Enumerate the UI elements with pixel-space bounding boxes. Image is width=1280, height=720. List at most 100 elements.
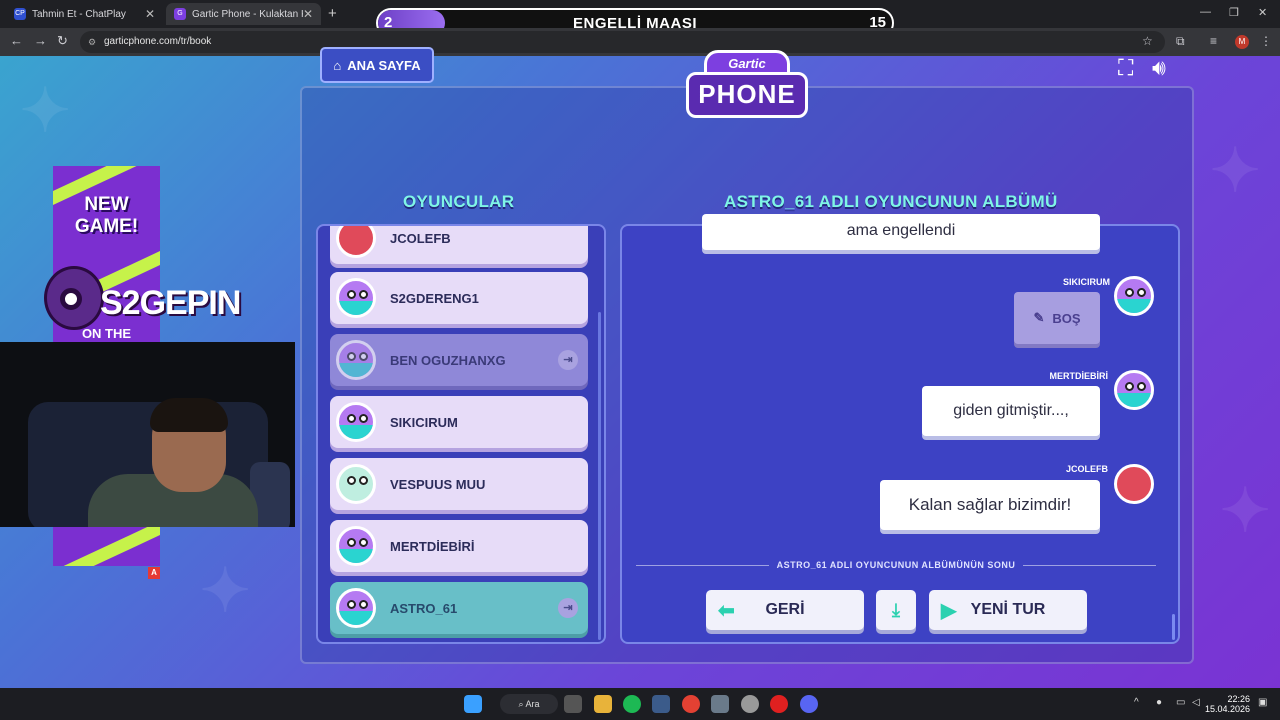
back-button-label: GERİ	[765, 601, 805, 618]
extensions-icon[interactable]: ⧉	[1176, 34, 1185, 49]
site-info-icon[interactable]: ⚙	[88, 31, 96, 53]
url-text: garticphone.com/tr/book	[104, 36, 212, 47]
windows-start-icon[interactable]	[464, 695, 482, 713]
notification-bell-icon[interactable]: ▣	[1258, 697, 1267, 708]
taskbar-search[interactable]: ⌕ Ara	[500, 694, 558, 714]
bird-avatar-icon	[336, 340, 376, 380]
download-button[interactable]: ⤓	[876, 590, 916, 630]
steam-icon[interactable]	[652, 695, 670, 713]
bookmark-star-icon[interactable]: ☆	[1142, 34, 1153, 48]
obs-icon[interactable]	[741, 695, 759, 713]
players-panel: JCOLEFB S2GDERENG1 BEN OGUZHANXG ⇥ SIKIC…	[316, 224, 606, 644]
back-arrow-icon[interactable]: ←	[10, 33, 23, 48]
new-round-label: YENİ TUR	[970, 601, 1046, 618]
youtube-icon[interactable]	[770, 695, 788, 713]
player-name: SIKICIRUM	[390, 414, 458, 430]
message-bubble: Kalan sağlar bizimdir!	[880, 480, 1100, 530]
player-item[interactable]: BEN OGUZHANXG ⇥	[330, 334, 588, 386]
webcam-feed	[0, 342, 295, 527]
album-end-divider: ASTRO_61 ADLI OYUNCUNUN ALBÜMÜNÜN SONU	[636, 560, 1156, 570]
message-bubble: giden gitmiştir...,	[922, 386, 1100, 436]
tab-label: Gartic Phone - Kulaktan Kulağa	[192, 8, 303, 20]
pencil-icon: ✎	[1033, 310, 1045, 325]
volume-icon[interactable]: 🔊︎	[1152, 55, 1166, 81]
task-view-icon[interactable]	[564, 695, 582, 713]
network-icon[interactable]: ▭	[1176, 697, 1185, 708]
players-scrollbar[interactable]	[598, 312, 601, 640]
tab-label: Tahmin Et - ChatPlay	[32, 8, 126, 20]
home-icon: ⌂	[333, 57, 342, 73]
player-item[interactable]: MERTDİEBİRİ	[330, 520, 588, 572]
close-tab-icon[interactable]: ✕	[303, 7, 313, 21]
logo-bottom: PHONE	[686, 72, 808, 118]
empty-drawing-bubble: ✎ BOŞ	[1014, 292, 1100, 344]
microphone-icon[interactable]: ●	[1156, 697, 1162, 708]
back-button[interactable]: ⬅ GERİ	[706, 590, 864, 630]
search-label: Ara	[525, 699, 540, 709]
album-end-text: ASTRO_61 ADLI OYUNCUNUN ALBÜMÜNÜN SONU	[768, 560, 1024, 570]
speaker-icon[interactable]: ◁	[1192, 697, 1200, 708]
discord-icon[interactable]	[800, 695, 818, 713]
knight-avatar-icon	[1114, 464, 1154, 504]
owl-eye-icon	[60, 288, 82, 310]
chrome-icon[interactable]	[682, 695, 700, 713]
close-window-icon[interactable]: ✕	[1258, 6, 1267, 19]
reload-icon[interactable]: ↻	[57, 33, 68, 49]
player-name: MERTDİEBİRİ	[390, 538, 475, 554]
address-bar[interactable]: ⚙ garticphone.com/tr/book	[80, 31, 1165, 53]
date: 15.04.2026	[1204, 704, 1250, 714]
taskbar: ⌕ Ara ^ ● ▭ ◁ 22:26 15.04.2026 ▣	[0, 688, 1280, 720]
tab-chatplay[interactable]: CP Tahmin Et - ChatPlay ✕	[6, 3, 163, 25]
banner-text: NEW GAME!	[74, 194, 139, 237]
bird-avatar-icon	[1114, 370, 1154, 410]
tab-search-icon[interactable]: ≡	[1210, 34, 1217, 48]
tray-chevron-icon[interactable]: ^	[1134, 697, 1139, 708]
player-name: ASTRO_61	[390, 600, 458, 616]
player-name: JCOLEFB	[390, 230, 451, 246]
maximize-icon[interactable]: ❐	[1229, 6, 1239, 19]
album-scrollbar[interactable]	[1172, 614, 1175, 640]
player-item[interactable]: SIKICIRUM	[330, 396, 588, 448]
fullscreen-icon[interactable]: ⛶	[1118, 55, 1133, 81]
player-item[interactable]: JCOLEFB	[330, 226, 588, 264]
home-button[interactable]: ⌂ ANA SAYFA	[320, 47, 434, 83]
badge-a-icon: A	[148, 567, 160, 579]
browser-toolbar: ← → ↻ ⚙ garticphone.com/tr/book ☆ ⧉ ≡ ⋮	[0, 28, 1280, 56]
download-icon: ⤓	[892, 599, 900, 620]
forward-arrow-icon[interactable]: →	[34, 33, 47, 48]
player-item-active[interactable]: ASTRO_61 ⇥	[330, 582, 588, 634]
ghost-avatar-icon	[336, 464, 376, 504]
album-title: ASTRO_61 ADLI OYUNCUNUN ALBÜMÜ	[724, 192, 1058, 211]
player-name: VESPUUS MUU	[390, 476, 486, 492]
message-author: JCOLEFB	[1065, 464, 1108, 474]
minimize-icon[interactable]: —	[1200, 6, 1211, 18]
play-icon: ▶	[941, 600, 957, 622]
app-icon[interactable]	[711, 695, 729, 713]
file-explorer-icon[interactable]	[594, 695, 612, 713]
tab-gartic-phone[interactable]: G Gartic Phone - Kulaktan Kulağa ✕	[166, 3, 321, 25]
gartic-phone-logo: Gartic PHONE	[686, 50, 808, 118]
player-name: S2GDERENG1	[390, 290, 479, 306]
time: 22:26	[1227, 694, 1250, 704]
bird-avatar-icon	[336, 278, 376, 318]
new-tab-icon[interactable]: +	[328, 5, 337, 22]
player-item[interactable]: S2GDERENG1	[330, 272, 588, 324]
menu-kebab-icon[interactable]: ⋮	[1260, 34, 1272, 48]
message-author: SIKICIRUM	[1063, 277, 1110, 287]
spotify-icon[interactable]	[623, 695, 641, 713]
message-text: BOŞ	[1052, 310, 1081, 326]
kick-player-icon[interactable]: ⇥	[558, 350, 578, 370]
message-bubble: ama engellendi	[702, 214, 1100, 250]
message-text: ama engellendi	[846, 222, 956, 239]
new-round-button[interactable]: ▶ YENİ TUR	[929, 590, 1087, 630]
bird-avatar-icon	[1114, 276, 1154, 316]
profile-avatar[interactable]: M	[1235, 35, 1249, 49]
player-item[interactable]: VESPUUS MUU	[330, 458, 588, 510]
chatplay-favicon-icon: CP	[14, 8, 26, 20]
clock[interactable]: 22:26 15.04.2026	[1205, 694, 1250, 714]
home-button-label: ANA SAYFA	[347, 57, 421, 73]
players-title: OYUNCULAR	[403, 192, 515, 211]
message-text: giden gitmiştir...,	[953, 402, 1069, 419]
close-tab-icon[interactable]: ✕	[145, 7, 155, 21]
kick-player-icon[interactable]: ⇥	[558, 598, 578, 618]
